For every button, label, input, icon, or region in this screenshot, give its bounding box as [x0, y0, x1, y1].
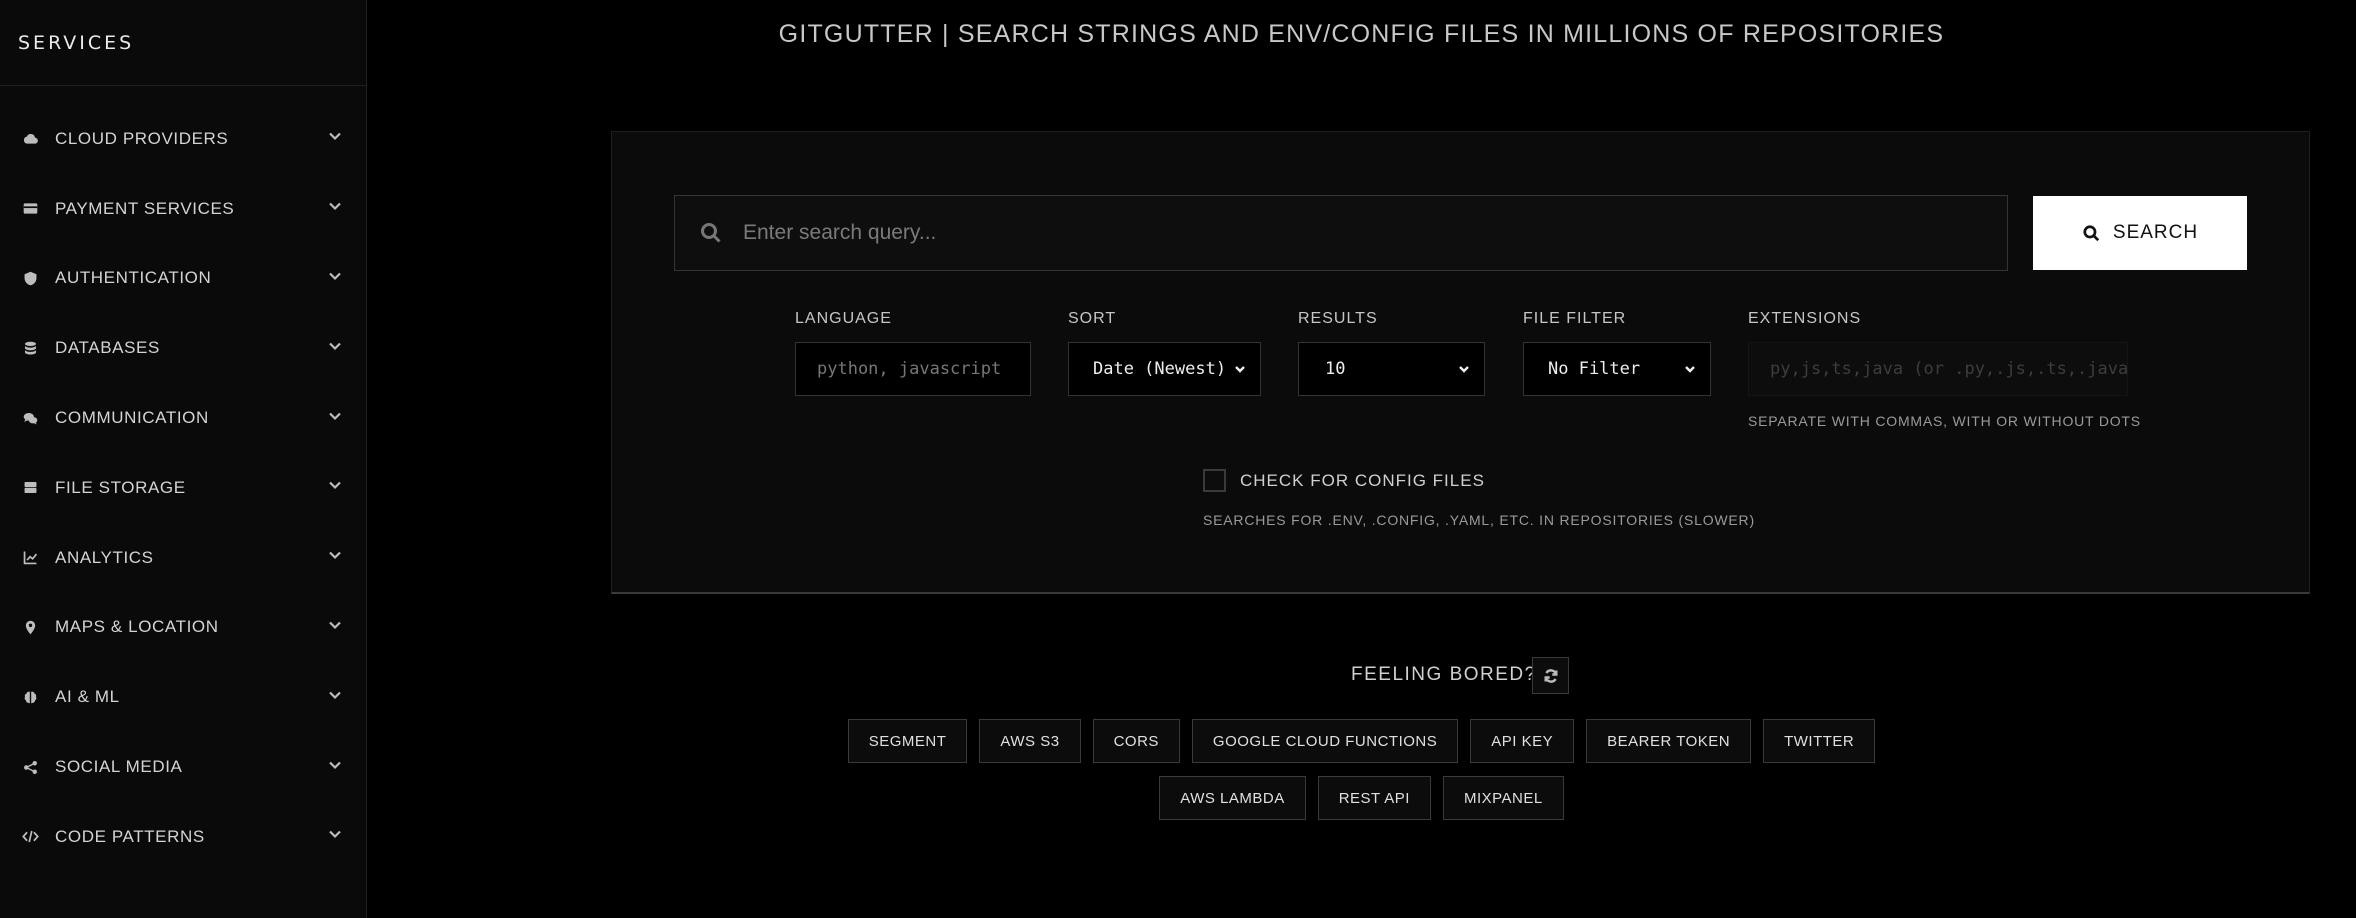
- sidebar-items: CLOUD PROVIDERS PAYMENT SERVICES AUTHENT…: [0, 86, 366, 872]
- file-filter-select[interactable]: No Filter: [1523, 342, 1711, 396]
- config-files-hint: SEARCHES FOR .ENV, .CONFIG, .YAML, ETC. …: [1203, 512, 1755, 528]
- chevron-down-icon: [328, 339, 342, 358]
- refresh-icon: [1544, 668, 1557, 683]
- sidebar: SERVICES CLOUD PROVIDERS PAYMENT SERVICE…: [0, 0, 367, 918]
- sidebar-item-databases[interactable]: DATABASES: [0, 313, 366, 383]
- sidebar-item-code-patterns[interactable]: CODE PATTERNS: [0, 802, 366, 872]
- chevron-down-icon: [328, 548, 342, 567]
- sidebar-title: SERVICES: [0, 0, 366, 86]
- cloud-icon: [20, 129, 40, 149]
- database-icon: [20, 338, 40, 358]
- chevron-down-icon: [1235, 366, 1245, 373]
- sidebar-item-ai-ml[interactable]: AI & ML: [0, 662, 366, 732]
- sidebar-item-analytics[interactable]: ANALYTICS: [0, 523, 366, 593]
- config-files-label[interactable]: CHECK FOR CONFIG FILES: [1240, 471, 1485, 491]
- sidebar-item-social-media[interactable]: SOCIAL MEDIA: [0, 732, 366, 802]
- sidebar-item-label: COMMUNICATION: [55, 408, 209, 428]
- search-button-label: SEARCH: [2112, 222, 2199, 243]
- suggestion-chip[interactable]: REST API: [1317, 776, 1431, 820]
- extensions-hint: SEPARATE WITH COMMAS, WITH OR WITHOUT DO…: [1748, 413, 2141, 429]
- sidebar-item-file-storage[interactable]: FILE STORAGE: [0, 453, 366, 523]
- sort-label: SORT: [1068, 310, 1117, 327]
- sidebar-item-label: ANALYTICS: [55, 547, 154, 567]
- sidebar-item-label: PAYMENT SERVICES: [55, 198, 235, 218]
- chevron-down-icon: [328, 409, 342, 428]
- search-icon: [2083, 224, 2100, 241]
- sidebar-item-label: AI & ML: [55, 687, 120, 707]
- chevron-down-icon: [1459, 366, 1469, 373]
- sidebar-item-label: CODE PATTERNS: [55, 826, 205, 846]
- line-chart-icon: [20, 548, 40, 568]
- brain-icon: [20, 687, 40, 707]
- chevron-down-icon: [328, 827, 342, 846]
- suggestion-chip[interactable]: MIXPANEL: [1442, 776, 1564, 820]
- suggestion-chip[interactable]: TWITTER: [1763, 719, 1876, 763]
- shield-icon: [20, 268, 40, 288]
- suggestion-row-1: SEGMENT AWS S3 CORS GOOGLE CLOUD FUNCTIO…: [367, 719, 2356, 763]
- language-placeholder: python, javascript: [817, 359, 1002, 379]
- suggestion-chip[interactable]: AWS LAMBDA: [1159, 776, 1306, 820]
- chevron-down-icon: [328, 199, 342, 218]
- results-selected: 10: [1325, 359, 1346, 379]
- config-files-checkbox[interactable]: [1203, 469, 1226, 492]
- sidebar-item-label: MAPS & LOCATION: [55, 617, 219, 637]
- extensions-label: EXTENSIONS: [1748, 310, 1862, 327]
- sidebar-item-payment-services[interactable]: PAYMENT SERVICES: [0, 174, 366, 244]
- chevron-down-icon: [328, 758, 342, 777]
- search-icon: [701, 223, 721, 243]
- extensions-placeholder: py,js,ts,java (or .py,.js,.ts,.java: [1770, 359, 2127, 379]
- chevron-down-icon: [328, 269, 342, 288]
- sidebar-item-label: AUTHENTICATION: [55, 268, 212, 288]
- sidebar-item-label: DATABASES: [55, 338, 160, 358]
- suggestion-chip[interactable]: API KEY: [1470, 719, 1575, 763]
- feeling-bored-label: FEELING BORED?: [1351, 664, 1537, 685]
- search-box[interactable]: [674, 195, 2008, 271]
- chevron-down-icon: [328, 688, 342, 707]
- suggestion-chip[interactable]: AWS S3: [979, 719, 1081, 763]
- code-icon: [20, 827, 40, 847]
- sidebar-item-label: SOCIAL MEDIA: [55, 757, 183, 777]
- map-pin-icon: [20, 617, 40, 637]
- language-label: LANGUAGE: [795, 310, 892, 327]
- chevron-down-icon: [1685, 366, 1695, 373]
- search-button[interactable]: SEARCH: [2033, 196, 2247, 270]
- sidebar-item-authentication[interactable]: AUTHENTICATION: [0, 244, 366, 314]
- chevron-down-icon: [328, 129, 342, 148]
- sidebar-item-label: CLOUD PROVIDERS: [55, 128, 229, 148]
- refresh-button[interactable]: [1532, 657, 1569, 694]
- credit-card-icon: [20, 199, 40, 219]
- sidebar-item-communication[interactable]: COMMUNICATION: [0, 383, 366, 453]
- search-input[interactable]: [741, 220, 2007, 246]
- file-filter-selected: No Filter: [1548, 359, 1641, 379]
- suggestion-chip[interactable]: BEARER TOKEN: [1586, 719, 1752, 763]
- suggestion-row-2: AWS LAMBDA REST API MIXPANEL: [367, 776, 2356, 820]
- sidebar-item-label: FILE STORAGE: [55, 477, 186, 497]
- chevron-down-icon: [328, 478, 342, 497]
- sidebar-item-maps-location[interactable]: MAPS & LOCATION: [0, 593, 366, 663]
- chat-icon: [20, 408, 40, 428]
- sidebar-item-cloud-providers[interactable]: CLOUD PROVIDERS: [0, 104, 366, 174]
- search-panel: SEARCH LANGUAGE python, javascript SORT …: [611, 131, 2310, 594]
- page-title: GITGUTTER | SEARCH STRINGS AND ENV/CONFI…: [778, 20, 1945, 48]
- file-filter-label: FILE FILTER: [1523, 310, 1627, 327]
- results-select[interactable]: 10: [1298, 342, 1485, 396]
- results-label: RESULTS: [1298, 310, 1378, 327]
- hard-drive-icon: [20, 478, 40, 498]
- sort-selected: Date (Newest): [1093, 359, 1227, 379]
- suggestion-chip[interactable]: SEGMENT: [847, 719, 968, 763]
- sort-select[interactable]: Date (Newest): [1068, 342, 1261, 396]
- chevron-down-icon: [328, 618, 342, 637]
- language-input[interactable]: python, javascript: [795, 342, 1031, 396]
- suggestion-chip[interactable]: GOOGLE CLOUD FUNCTIONS: [1191, 719, 1459, 763]
- extensions-input[interactable]: py,js,ts,java (or .py,.js,.ts,.java: [1748, 342, 2128, 396]
- share-icon: [20, 757, 40, 777]
- suggestion-chip[interactable]: CORS: [1092, 719, 1180, 763]
